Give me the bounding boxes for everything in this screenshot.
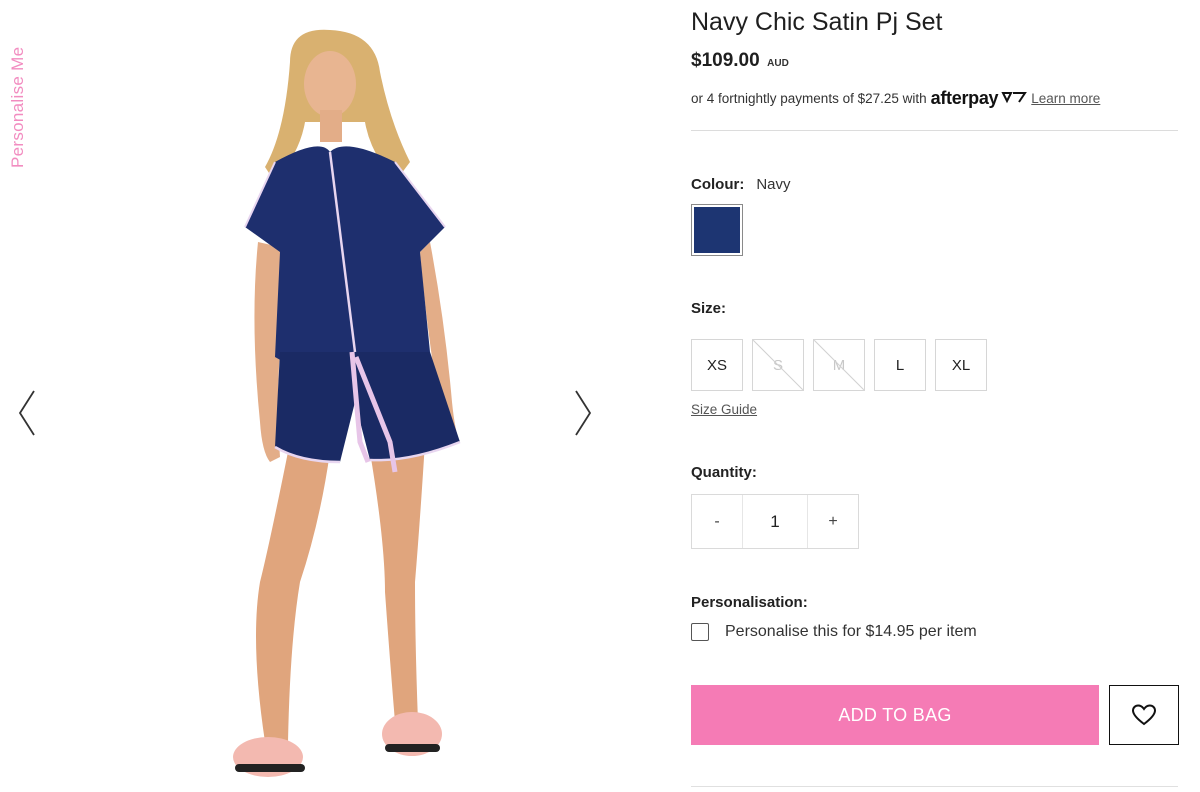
add-to-bag-button[interactable]: ADD TO BAG — [691, 685, 1099, 745]
product-info-panel: Navy Chic Satin Pj Set $109.00 AUD or 4 … — [691, 0, 1181, 789]
wishlist-button[interactable] — [1109, 685, 1179, 745]
afterpay-learn-more-link[interactable]: Learn more — [1031, 91, 1100, 106]
chevron-left-icon — [18, 390, 35, 436]
afterpay-text: or 4 fortnightly payments of $27.25 with — [691, 91, 927, 106]
quantity-increment-button[interactable]: + — [808, 495, 858, 548]
size-option-xs[interactable]: XS — [691, 339, 743, 391]
currency-code: AUD — [767, 58, 789, 69]
colour-label: Colour: — [691, 176, 745, 193]
heart-icon — [1131, 704, 1157, 726]
quantity-value[interactable]: 1 — [742, 495, 808, 548]
product-gallery — [0, 0, 620, 789]
price-row: $109.00 AUD — [691, 50, 789, 72]
colour-label-row: Colour: Navy — [691, 176, 791, 193]
product-title: Navy Chic Satin Pj Set — [691, 8, 943, 36]
product-image — [233, 29, 461, 777]
swatch-fill — [694, 207, 740, 253]
personalisation-label: Personalisation: — [691, 594, 808, 611]
divider — [691, 786, 1178, 787]
next-image-button[interactable] — [566, 388, 596, 438]
afterpay-icon — [1001, 90, 1028, 107]
quantity-stepper: - 1 + — [691, 494, 859, 549]
afterpay-row: or 4 fortnightly payments of $27.25 with… — [691, 88, 1100, 109]
size-option-xl[interactable]: XL — [935, 339, 987, 391]
colour-swatch-navy[interactable] — [691, 204, 743, 256]
colour-selected-value: Navy — [756, 176, 791, 193]
size-guide-link[interactable]: Size Guide — [691, 402, 757, 417]
size-options: XS S M L XL — [691, 339, 987, 391]
quantity-label: Quantity: — [691, 464, 757, 481]
personalise-option-label: Personalise this for $14.95 per item — [725, 623, 977, 640]
size-option-s[interactable]: S — [752, 339, 804, 391]
chevron-right-icon — [575, 390, 592, 436]
personalise-checkbox[interactable] — [691, 623, 709, 641]
size-option-m[interactable]: M — [813, 339, 865, 391]
personalise-option[interactable]: Personalise this for $14.95 per item — [691, 623, 977, 641]
afterpay-logo: afterpay — [930, 88, 999, 108]
divider — [691, 130, 1178, 131]
size-option-l[interactable]: L — [874, 339, 926, 391]
previous-image-button[interactable] — [14, 388, 44, 438]
quantity-decrement-button[interactable]: - — [692, 495, 742, 548]
product-price: $109.00 — [691, 50, 760, 71]
size-label: Size: — [691, 300, 727, 317]
